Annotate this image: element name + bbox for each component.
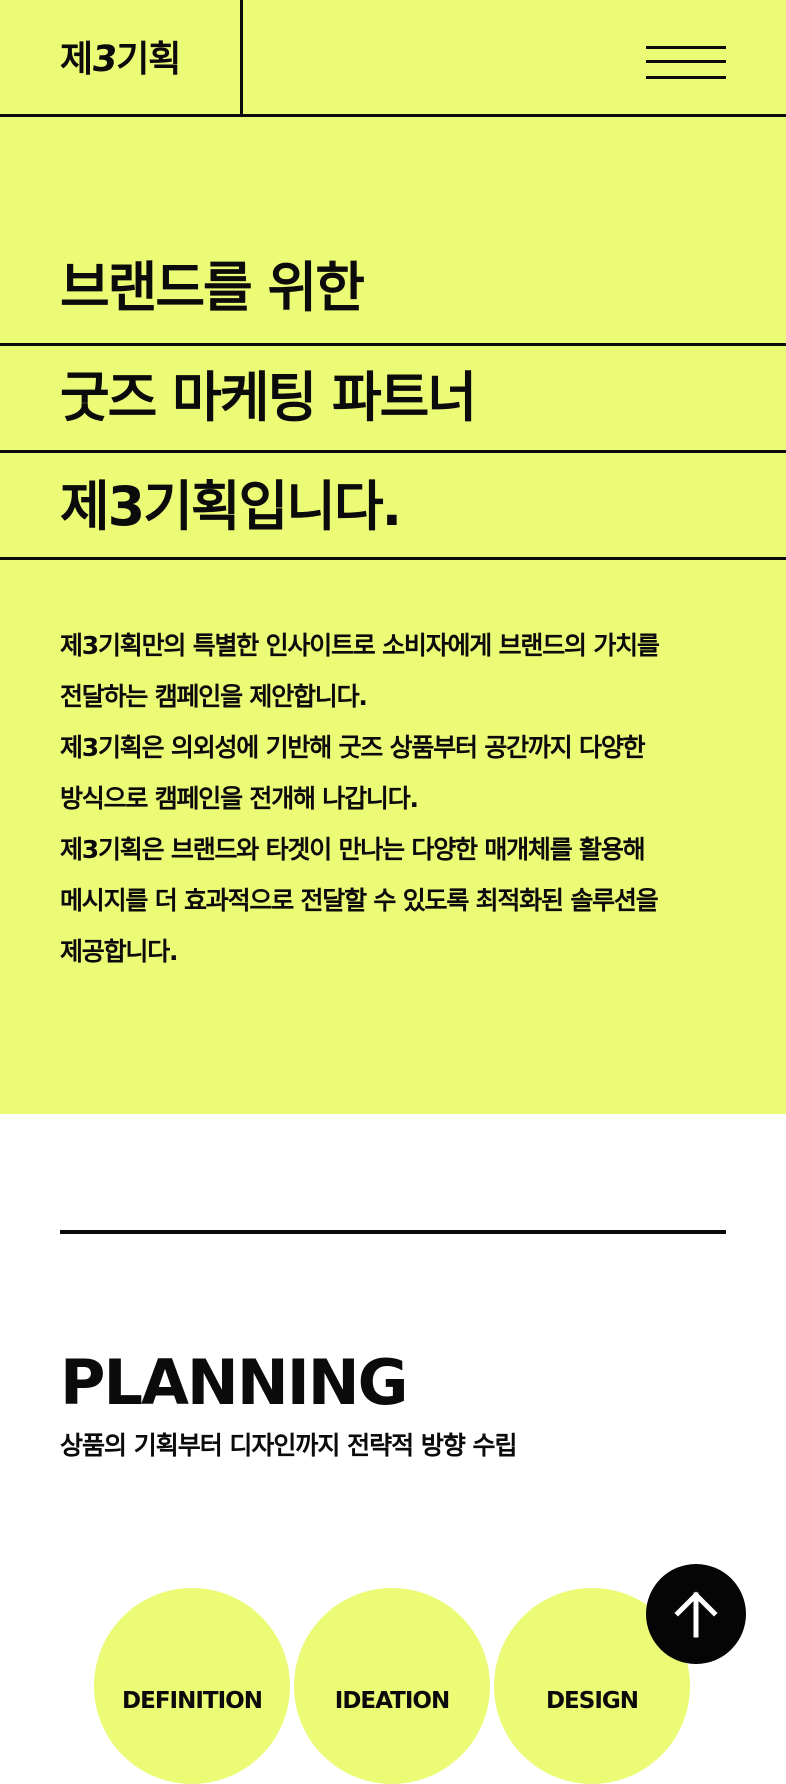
description-line: 메시지를 더 효과적으로 전달할 수 있도록 최적화된 솔루션을: [60, 886, 659, 915]
logo-suffix: 기획: [116, 39, 181, 80]
step-definition-circle[interactable]: DEFINITION: [94, 1588, 290, 1784]
headline-divider: [0, 557, 786, 560]
description-line: 제3기획은 의외성에 기반해 굿즈 상품부터 공간까지 다양한: [60, 733, 646, 762]
section-divider: [60, 1230, 726, 1234]
menu-button[interactable]: [640, 40, 726, 88]
logo-three: 3: [89, 39, 120, 80]
logo[interactable]: 제3기획: [60, 38, 181, 82]
step-label: IDEATION: [334, 1688, 450, 1714]
headline-divider: [0, 343, 786, 346]
headline-line-1: 브랜드를 위한: [60, 256, 365, 319]
description-line: 방식으로 캠페인을 전개해 나갑니다.: [60, 784, 419, 813]
header-divider: [240, 0, 243, 117]
step-label: DEFINITION: [122, 1688, 263, 1714]
logo-prefix: 제: [60, 39, 93, 80]
headline-divider: [0, 450, 786, 453]
step-ideation-circle[interactable]: IDEATION: [294, 1588, 490, 1784]
step-label: DESIGN: [545, 1688, 639, 1714]
description-line: 전달하는 캠페인을 제안합니다.: [60, 682, 368, 711]
site-header: 제3기획: [0, 0, 786, 117]
description-line: 제3기획은 브랜드와 타겟이 만나는 다양한 매개체를 활용해: [60, 835, 646, 864]
description-line: 제3기획만의 특별한 인사이트로 소비자에게 브랜드의 가치를: [60, 631, 660, 660]
description-line: 제공합니다.: [60, 937, 179, 966]
headline-line-3: 제3기획입니다.: [60, 475, 402, 538]
scroll-to-top-button[interactable]: [646, 1564, 746, 1664]
headline-line-2: 굿즈 마케팅 파트너: [60, 366, 477, 429]
hero-description: 제3기획만의 특별한 인사이트로 소비자에게 브랜드의 가치를 전달하는 캠페인…: [60, 620, 750, 977]
planning-title: PLANNING: [60, 1346, 409, 1419]
arrow-up-icon: [674, 1591, 718, 1638]
planning-subtitle: 상품의 기획부터 디자인까지 전략적 방향 수립: [60, 1431, 518, 1460]
